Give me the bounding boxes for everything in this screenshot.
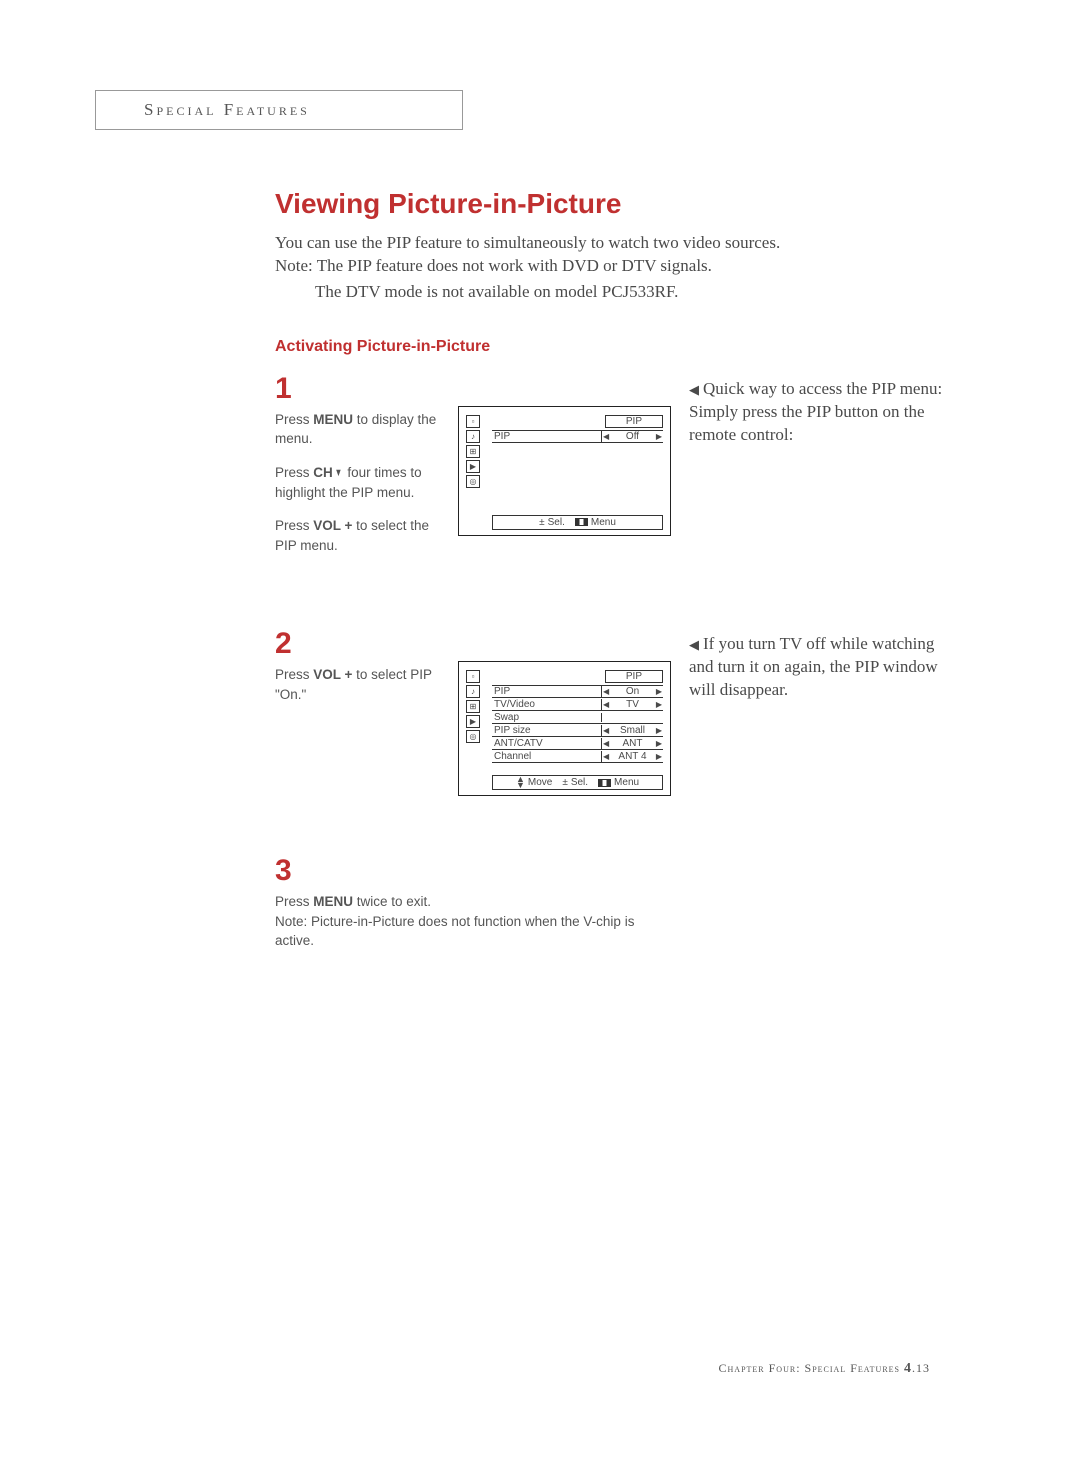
osd-tab-icon: ♪ — [466, 685, 480, 698]
osd-row: TV/Video◀TV▶ — [492, 698, 663, 711]
osd-screenshot-2: ▫ ♪ ⊞ ▶ ◎ PIP PIP◀On▶ TV/Video◀TV▶ Swap◀… — [458, 661, 671, 796]
intro-line2: Note: The PIP feature does not work with… — [275, 256, 712, 275]
step3-note: Note: Picture-in-Picture does not functi… — [275, 914, 634, 949]
step-number: 1 — [275, 374, 453, 404]
left-arrow-icon: ◀ — [603, 752, 609, 761]
section-header: Special Features — [95, 90, 463, 130]
right-arrow-icon: ▶ — [656, 687, 662, 696]
osd-tab-icon: ⊞ — [466, 445, 480, 458]
menu-icon — [575, 518, 588, 526]
left-arrow-icon: ◀ — [603, 687, 609, 696]
osd-row: ANT/CATV◀ANT▶ — [492, 737, 663, 750]
osd-footer: ± Sel. Menu — [492, 515, 663, 530]
subheading: Activating Picture-in-Picture — [275, 338, 975, 356]
step-3: 3 Press MENU twice to exit. Note: Pictur… — [275, 856, 975, 951]
step-2: 2 Press VOL + to select PIP "On." ▫ ♪ ⊞ — [275, 629, 975, 796]
left-arrow-icon: ◀ — [603, 726, 609, 735]
page-footer: Chapter Four: Special Features 4.13 — [719, 1361, 930, 1377]
left-arrow-icon: ◀ — [603, 432, 609, 441]
left-arrow-icon: ◀ — [603, 739, 609, 748]
osd-tab-icon: ▫ — [466, 415, 480, 428]
osd-title: PIP — [605, 670, 663, 683]
left-pointer-icon: ◀ — [689, 637, 699, 652]
osd-row: Swap◀▶ — [492, 711, 663, 724]
osd-row: PIP ◀Off▶ — [492, 430, 663, 443]
step2-p1: Press VOL + to select PIP "On." — [275, 665, 453, 704]
osd-row: PIP◀On▶ — [492, 685, 663, 698]
side-note-1: ◀Quick way to access the PIP menu: Simpl… — [689, 378, 949, 447]
osd-footer: ▲▼ Move ± Sel. Menu — [492, 775, 663, 790]
step1-p3: Press VOL + to select the PIP menu. — [275, 516, 453, 555]
osd-tab-icon: ◎ — [466, 475, 480, 488]
down-arrow-icon: ▼ — [334, 466, 342, 482]
osd-row: Channel◀ANT 4▶ — [492, 750, 663, 763]
right-arrow-icon: ▶ — [656, 726, 662, 735]
osd-tab-icon: ▶ — [466, 460, 480, 473]
left-pointer-icon: ◀ — [689, 382, 699, 397]
osd-tab-icon: ◎ — [466, 730, 480, 743]
osd-tab-icon: ▫ — [466, 670, 480, 683]
right-arrow-icon: ▶ — [656, 432, 662, 441]
osd-row: PIP size◀Small▶ — [492, 724, 663, 737]
osd-tab-icon: ▶ — [466, 715, 480, 728]
step-number: 2 — [275, 629, 453, 659]
menu-icon — [598, 779, 611, 787]
step1-p1: Press MENU to display the menu. — [275, 410, 453, 449]
right-arrow-icon: ▶ — [656, 700, 662, 709]
osd-tab-icon: ♪ — [466, 430, 480, 443]
right-arrow-icon: ▶ — [656, 739, 662, 748]
updown-icon: ▲▼ — [516, 777, 525, 788]
side-note-2: ◀If you turn TV off while watching and t… — [689, 633, 949, 702]
left-arrow-icon: ◀ — [603, 700, 609, 709]
intro-text: You can use the PIP feature to simultane… — [275, 232, 895, 304]
step3-p1: Press MENU twice to exit. — [275, 894, 431, 909]
step-1: 1 Press MENU to display the menu. Press … — [275, 374, 975, 569]
right-arrow-icon: ▶ — [656, 752, 662, 761]
osd-title: PIP — [605, 415, 663, 428]
osd-tab-icon: ⊞ — [466, 700, 480, 713]
step1-p2: Press CH▼ four times to highlight the PI… — [275, 463, 453, 502]
intro-line1: You can use the PIP feature to simultane… — [275, 233, 780, 252]
page-title: Viewing Picture-in-Picture — [275, 188, 975, 220]
step-number: 3 — [275, 856, 292, 886]
section-title: Special Features — [144, 100, 310, 120]
osd-screenshot-1: ▫ ♪ ⊞ ▶ ◎ PIP PIP ◀Off▶ — [458, 406, 671, 536]
intro-line3: The DTV mode is not available on model P… — [315, 281, 895, 304]
